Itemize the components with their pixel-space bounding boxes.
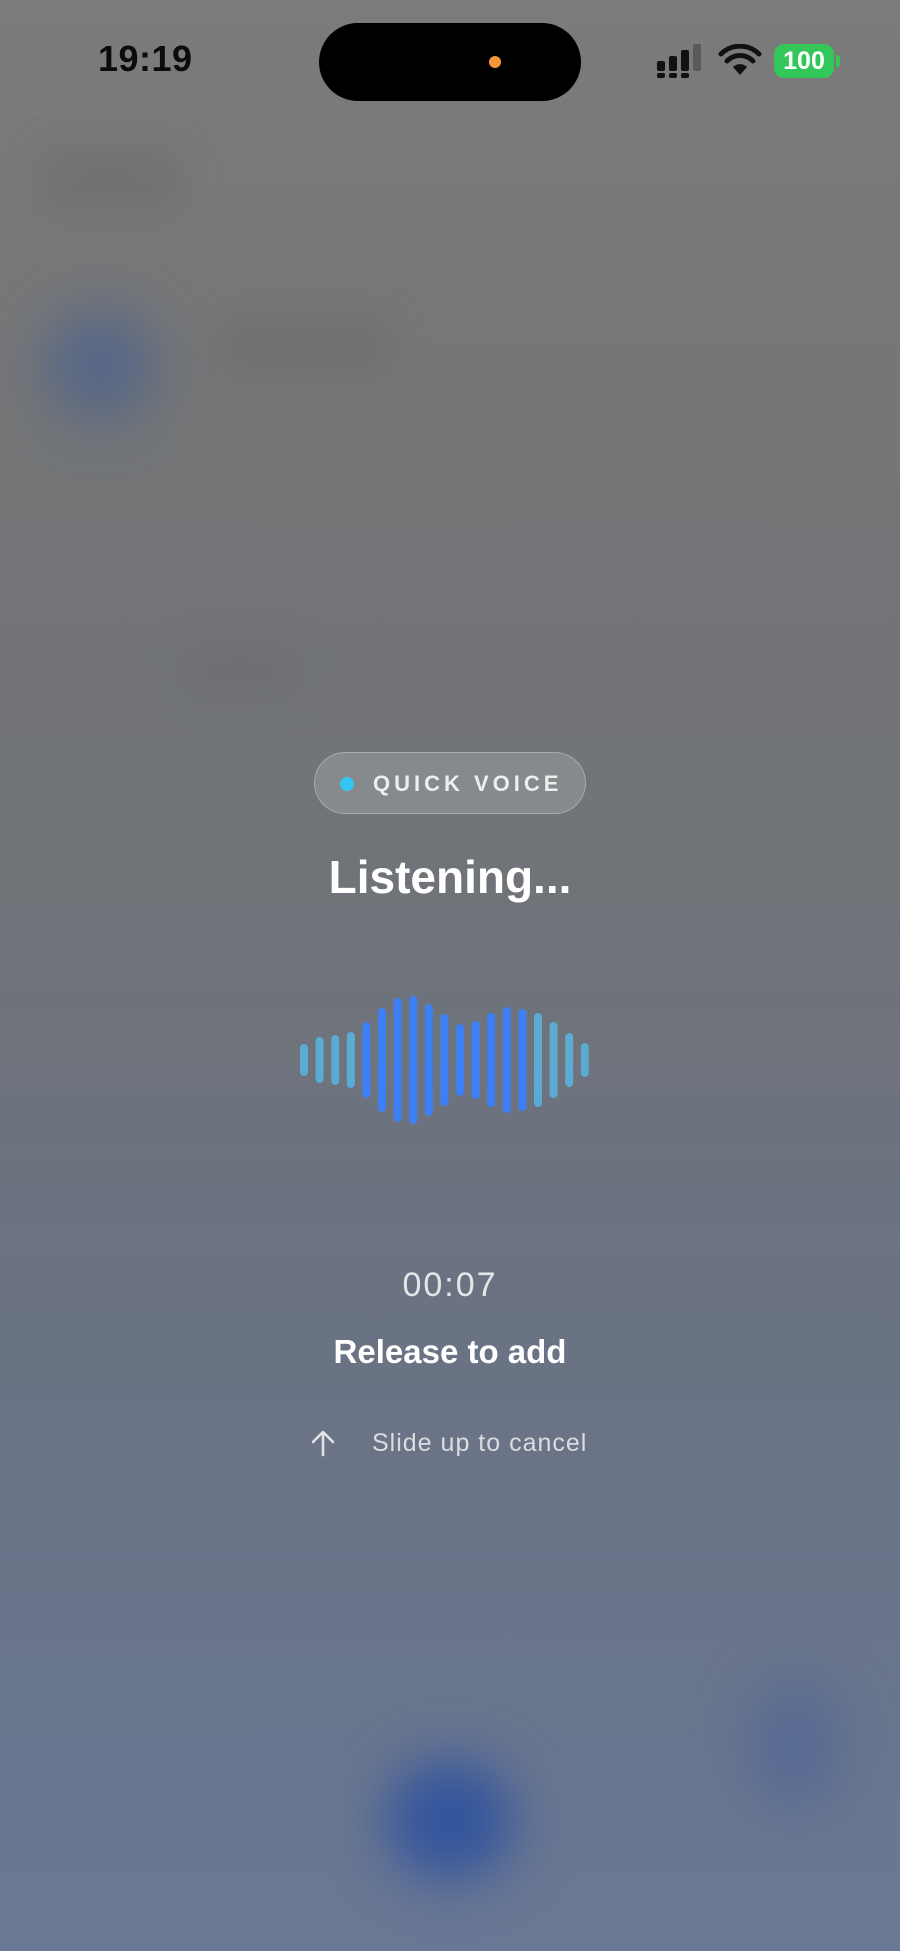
recording-timer: 00:07 [402,1266,498,1304]
waveform-bar [346,1032,355,1088]
waveform-bar [518,1009,527,1111]
waveform-bar [331,1035,340,1085]
background-ghost-header [40,150,180,210]
battery-tip [836,55,840,67]
slide-up-cancel-label: Slide up to cancel [372,1429,588,1457]
quick-voice-badge-label: QUICK VOICE [373,771,563,796]
recording-dot [340,777,354,791]
waveform-bar [580,1043,589,1077]
background-ghost-corner [750,1680,840,1810]
background-ghost-fab [385,1760,515,1880]
waveform-bar [362,1022,371,1098]
background-ghost-avatar [45,310,155,420]
waveform-bar [378,1008,386,1112]
status-bar: 19:19 100 [0,0,900,120]
arrow-up-icon [311,1430,335,1457]
audio-waveform [300,996,589,1124]
waveform-bar [440,1014,449,1106]
quick-voice-badge: QUICK VOICE [314,752,586,814]
privacy-indicator-dot [489,56,501,68]
background-ghost-text [180,650,300,690]
waveform-bar [549,1022,558,1098]
background-ghost-title [220,320,390,370]
slide-up-cancel-hint[interactable]: Slide up to cancel [0,1423,900,1463]
waveform-bar [534,1013,542,1107]
waveform-bar [456,1024,464,1096]
waveform-bar [393,998,402,1122]
waveform-bar [471,1021,480,1099]
waveform-bar [409,996,418,1124]
waveform-bar [502,1007,511,1113]
cellular-signal-icon [657,44,701,78]
listening-title: Listening... [328,851,572,903]
waveform-bar [300,1044,308,1076]
wifi-icon [718,44,762,75]
dynamic-island [319,23,581,101]
waveform-bar [487,1013,496,1107]
status-time: 19:19 [98,38,193,79]
battery-level: 100 [774,44,834,78]
waveform-bar [424,1004,433,1116]
battery-icon: 100 [774,44,842,78]
waveform-bar [565,1033,574,1087]
release-to-add-hint: Release to add [333,1333,567,1370]
waveform-bar [315,1037,324,1083]
